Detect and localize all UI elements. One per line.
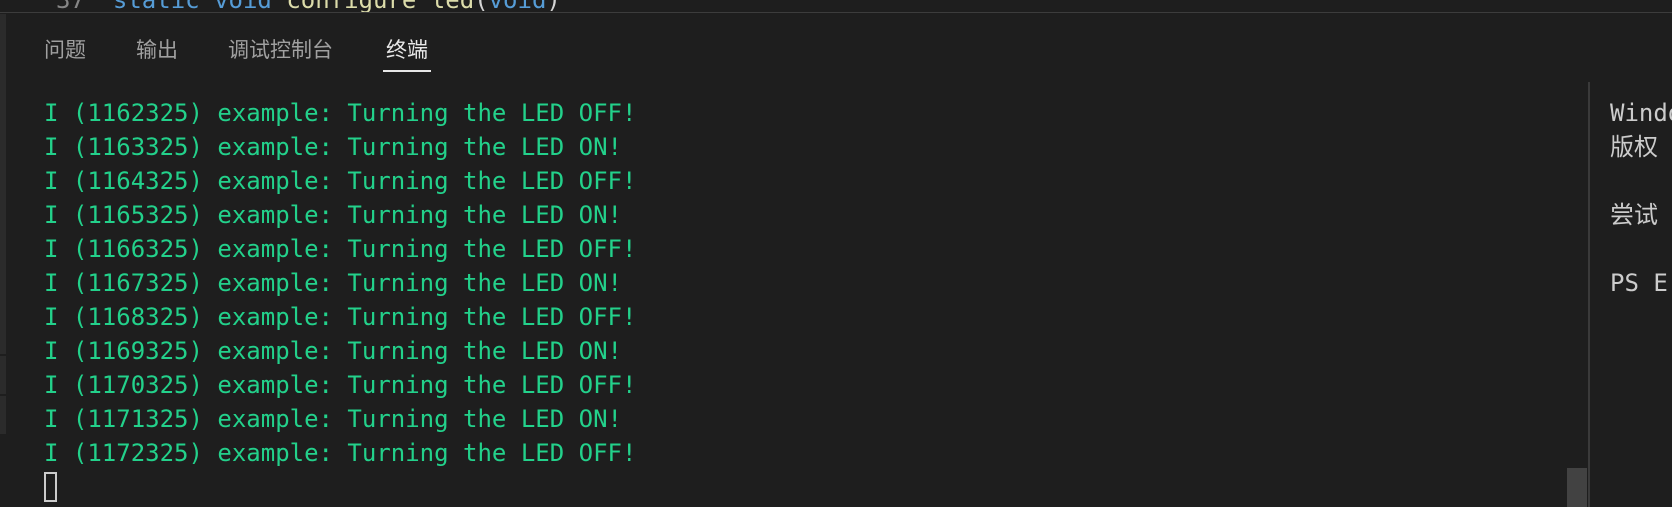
side-terminal-line: 版权: [1610, 133, 1658, 161]
function-name: configure_led: [286, 0, 474, 12]
terminal-cursor: [44, 472, 57, 502]
side-terminal-line: PS E: [1610, 269, 1668, 297]
keyword-void: void: [214, 0, 272, 12]
tab-debug-console[interactable]: 调试控制台: [228, 35, 333, 75]
panel-tab-bar: 问题 输出 调试控制台 终端: [0, 13, 1672, 75]
line-number: 37: [56, 0, 85, 12]
side-terminal-line: [1610, 164, 1672, 198]
terminal-prompt-line[interactable]: [44, 470, 1564, 504]
tab-problems[interactable]: 问题: [44, 35, 86, 75]
paren-open: (: [474, 0, 488, 12]
terminal-line: I (1169325) example: Turning the LED ON!: [44, 337, 622, 365]
param-void: void: [489, 0, 547, 12]
terminal-line: I (1164325) example: Turning the LED OFF…: [44, 167, 637, 195]
terminal-line: I (1162325) example: Turning the LED OFF…: [44, 99, 637, 127]
terminal-split-divider[interactable]: [1588, 82, 1590, 507]
terminal-line: I (1167325) example: Turning the LED ON!: [44, 269, 622, 297]
left-edge-middle: [0, 356, 6, 394]
keyword-static: static: [113, 0, 200, 12]
paren-close: ): [546, 0, 560, 12]
editor-code-line: 37static void configure_led(void): [56, 0, 561, 12]
editor-partial-line-area: 37static void configure_led(void): [0, 0, 1672, 12]
terminal-line: I (1170325) example: Turning the LED OFF…: [44, 371, 637, 399]
terminal-line: I (1171325) example: Turning the LED ON!: [44, 405, 622, 433]
side-terminal-line: Windo: [1610, 99, 1672, 127]
tab-output[interactable]: 输出: [136, 35, 178, 75]
terminal-output[interactable]: I (1162325) example: Turning the LED OFF…: [44, 96, 1564, 506]
terminal-line: I (1168325) example: Turning the LED OFF…: [44, 303, 637, 331]
split-terminal-pane[interactable]: Windo 版权 尝试 PS E: [1610, 96, 1672, 506]
terminal-line: I (1165325) example: Turning the LED ON!: [44, 201, 622, 229]
tab-terminal[interactable]: 终端: [383, 35, 431, 75]
terminal-scrollbar-track[interactable]: [1566, 82, 1588, 507]
left-edge-lower: [0, 396, 6, 434]
terminal-line: I (1163325) example: Turning the LED ON!: [44, 133, 622, 161]
terminal-scrollbar-thumb[interactable]: [1567, 468, 1587, 507]
terminal-line: I (1166325) example: Turning the LED OFF…: [44, 235, 637, 263]
side-terminal-line: [1610, 232, 1672, 266]
side-terminal-line: 尝试: [1610, 201, 1658, 229]
terminal-line: I (1172325) example: Turning the LED OFF…: [44, 439, 637, 467]
